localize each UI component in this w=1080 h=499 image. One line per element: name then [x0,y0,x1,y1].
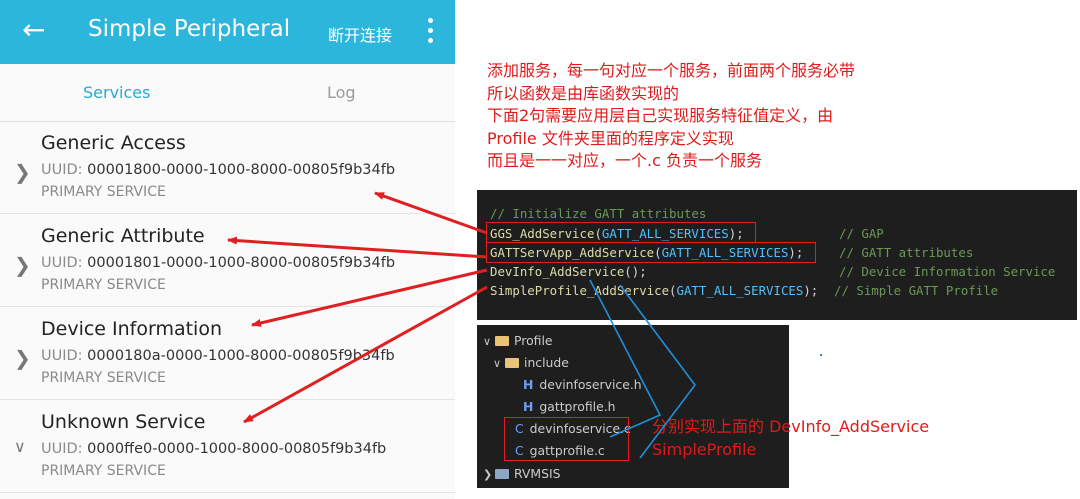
uuid-label: UUID: [41,162,83,178]
tree-folder-include[interactable]: ∨ include [493,355,569,370]
code-arg: GATT_ALL_SERVICES [676,283,804,298]
app-title: Simple Peripheral [88,16,291,42]
service-type: PRIMARY SERVICE [41,463,166,479]
service-uuid: UUID: 00001801-0000-1000-8000-00805f9b34… [41,255,395,271]
service-list-item[interactable]: Unknown Service ∨ UUID: 0000ffe0-0000-10… [0,401,455,493]
app-bar: ← Simple Peripheral 断开连接 [0,0,455,64]
chevron-down-icon: ∨ [14,437,26,456]
highlight-box [486,222,756,243]
annotation-line: 分别实现上面的 DevInfo_AddService [652,417,930,436]
arrow-left-icon[interactable]: ← [22,10,45,50]
chevron-right-icon: ❯ [14,160,31,184]
h-file-icon: H [523,377,534,392]
tree-file-gattprofile-h[interactable]: Hgattprofile.h [523,399,615,414]
chevron-down-icon: ∨ [493,357,502,370]
tree-label: devinfoservice.h [539,377,642,392]
h-file-icon: H [523,399,534,414]
annotation-text-2: 分别实现上面的 DevInfo_AddService SimpleProfile [652,415,929,461]
highlight-box [486,242,816,263]
code-comment: // GAP [839,226,884,241]
tab-services[interactable]: Services [83,83,150,102]
annotation-line: 下面2句需要应用层自己实现服务特征值定义，由 [487,106,834,125]
service-list-item[interactable]: Generic Access ❯ UUID: 00001800-0000-100… [0,122,455,214]
uuid-value: 0000180a-0000-1000-8000-00805f9b34fb [87,348,395,364]
disconnect-button[interactable]: 断开连接 [328,22,392,46]
tree-label: RVMSIS [514,466,561,481]
annotation-line: 而且是一一对应，一个.c 负责一个服务 [487,151,762,170]
android-app-screen: ← Simple Peripheral 断开连接 Services Log Ge… [0,0,455,499]
code-editor: // Initialize GATT attributes GGS_AddSer… [477,190,1077,320]
service-name: Generic Access [41,132,186,154]
service-type: PRIMARY SERVICE [41,370,166,386]
code-comment: // Simple GATT Profile [834,283,999,298]
code-line: SimpleProfile_AddService(GATT_ALL_SERVIC… [490,283,819,298]
service-name: Generic Attribute [41,225,205,247]
folder-open-icon [505,357,519,368]
uuid-value: 0000ffe0-0000-1000-8000-00805f9b34fb [87,441,387,457]
service-name: Device Information [41,318,223,340]
uuid-label: UUID: [41,255,83,271]
code-comment: // GATT attributes [839,245,974,260]
uuid-value: 00001800-0000-1000-8000-00805f9b34fb [87,162,396,178]
code-function: DevInfo_AddService [490,264,625,279]
more-vertical-icon[interactable] [420,16,440,48]
file-explorer: ∨ Profile ∨ include Hdevinfoservice.h Hgat… [477,325,789,488]
uuid-label: UUID: [41,348,83,364]
highlight-box [504,417,629,461]
chevron-right-icon: ❯ [14,346,31,370]
service-name: Unknown Service [41,411,206,433]
tree-folder-profile[interactable]: ∨ Profile [483,333,553,348]
service-uuid: UUID: 0000ffe0-0000-1000-8000-00805f9b34… [41,441,386,457]
service-list-item[interactable]: Device Information ❯ UUID: 0000180a-0000… [0,308,455,400]
uuid-label: UUID: [41,441,83,457]
stray-dot [820,354,822,356]
annotation-text: 添加服务，每一句对应一个服务，前面两个服务必带 所以函数是由库函数实现的 下面2… [487,60,855,173]
tree-folder-rvmsis[interactable]: ❯ RVMSIS [483,466,560,481]
tree-label: Profile [514,333,553,348]
tree-label: gattprofile.h [539,399,616,414]
annotation-line: Profile 文件夹里面的程序定义实现 [487,128,734,148]
uuid-value: 00001801-0000-1000-8000-00805f9b34fb [87,255,396,271]
annotation-line: 所以函数是由库函数实现的 [487,83,680,103]
chevron-down-icon: ∨ [483,335,492,348]
annotation-line: SimpleProfile [652,440,757,459]
folder-open-icon [495,335,509,346]
folder-icon [495,468,509,479]
service-list-item[interactable]: Generic Attribute ❯ UUID: 00001801-0000-… [0,215,455,307]
chevron-right-icon: ❯ [14,253,31,277]
code-function: SimpleProfile_AddService [490,283,670,298]
code-comment: // Device Information Service [839,264,1056,279]
annotation-line: 添加服务，每一句对应一个服务，前面两个服务必带 [487,61,856,80]
chevron-right-icon: ❯ [483,468,493,481]
tree-label: include [524,355,569,370]
service-uuid: UUID: 00001800-0000-1000-8000-00805f9b34… [41,162,395,178]
tree-file-devinfoservice-h[interactable]: Hdevinfoservice.h [523,377,642,392]
code-comment: // Initialize GATT attributes [490,206,707,221]
service-type: PRIMARY SERVICE [41,277,166,293]
service-uuid: UUID: 0000180a-0000-1000-8000-00805f9b34… [41,348,395,364]
code-line: DevInfo_AddService(); [490,264,647,279]
tab-bar: Services Log [0,64,455,122]
service-type: PRIMARY SERVICE [41,184,166,200]
tab-log[interactable]: Log [327,83,356,102]
